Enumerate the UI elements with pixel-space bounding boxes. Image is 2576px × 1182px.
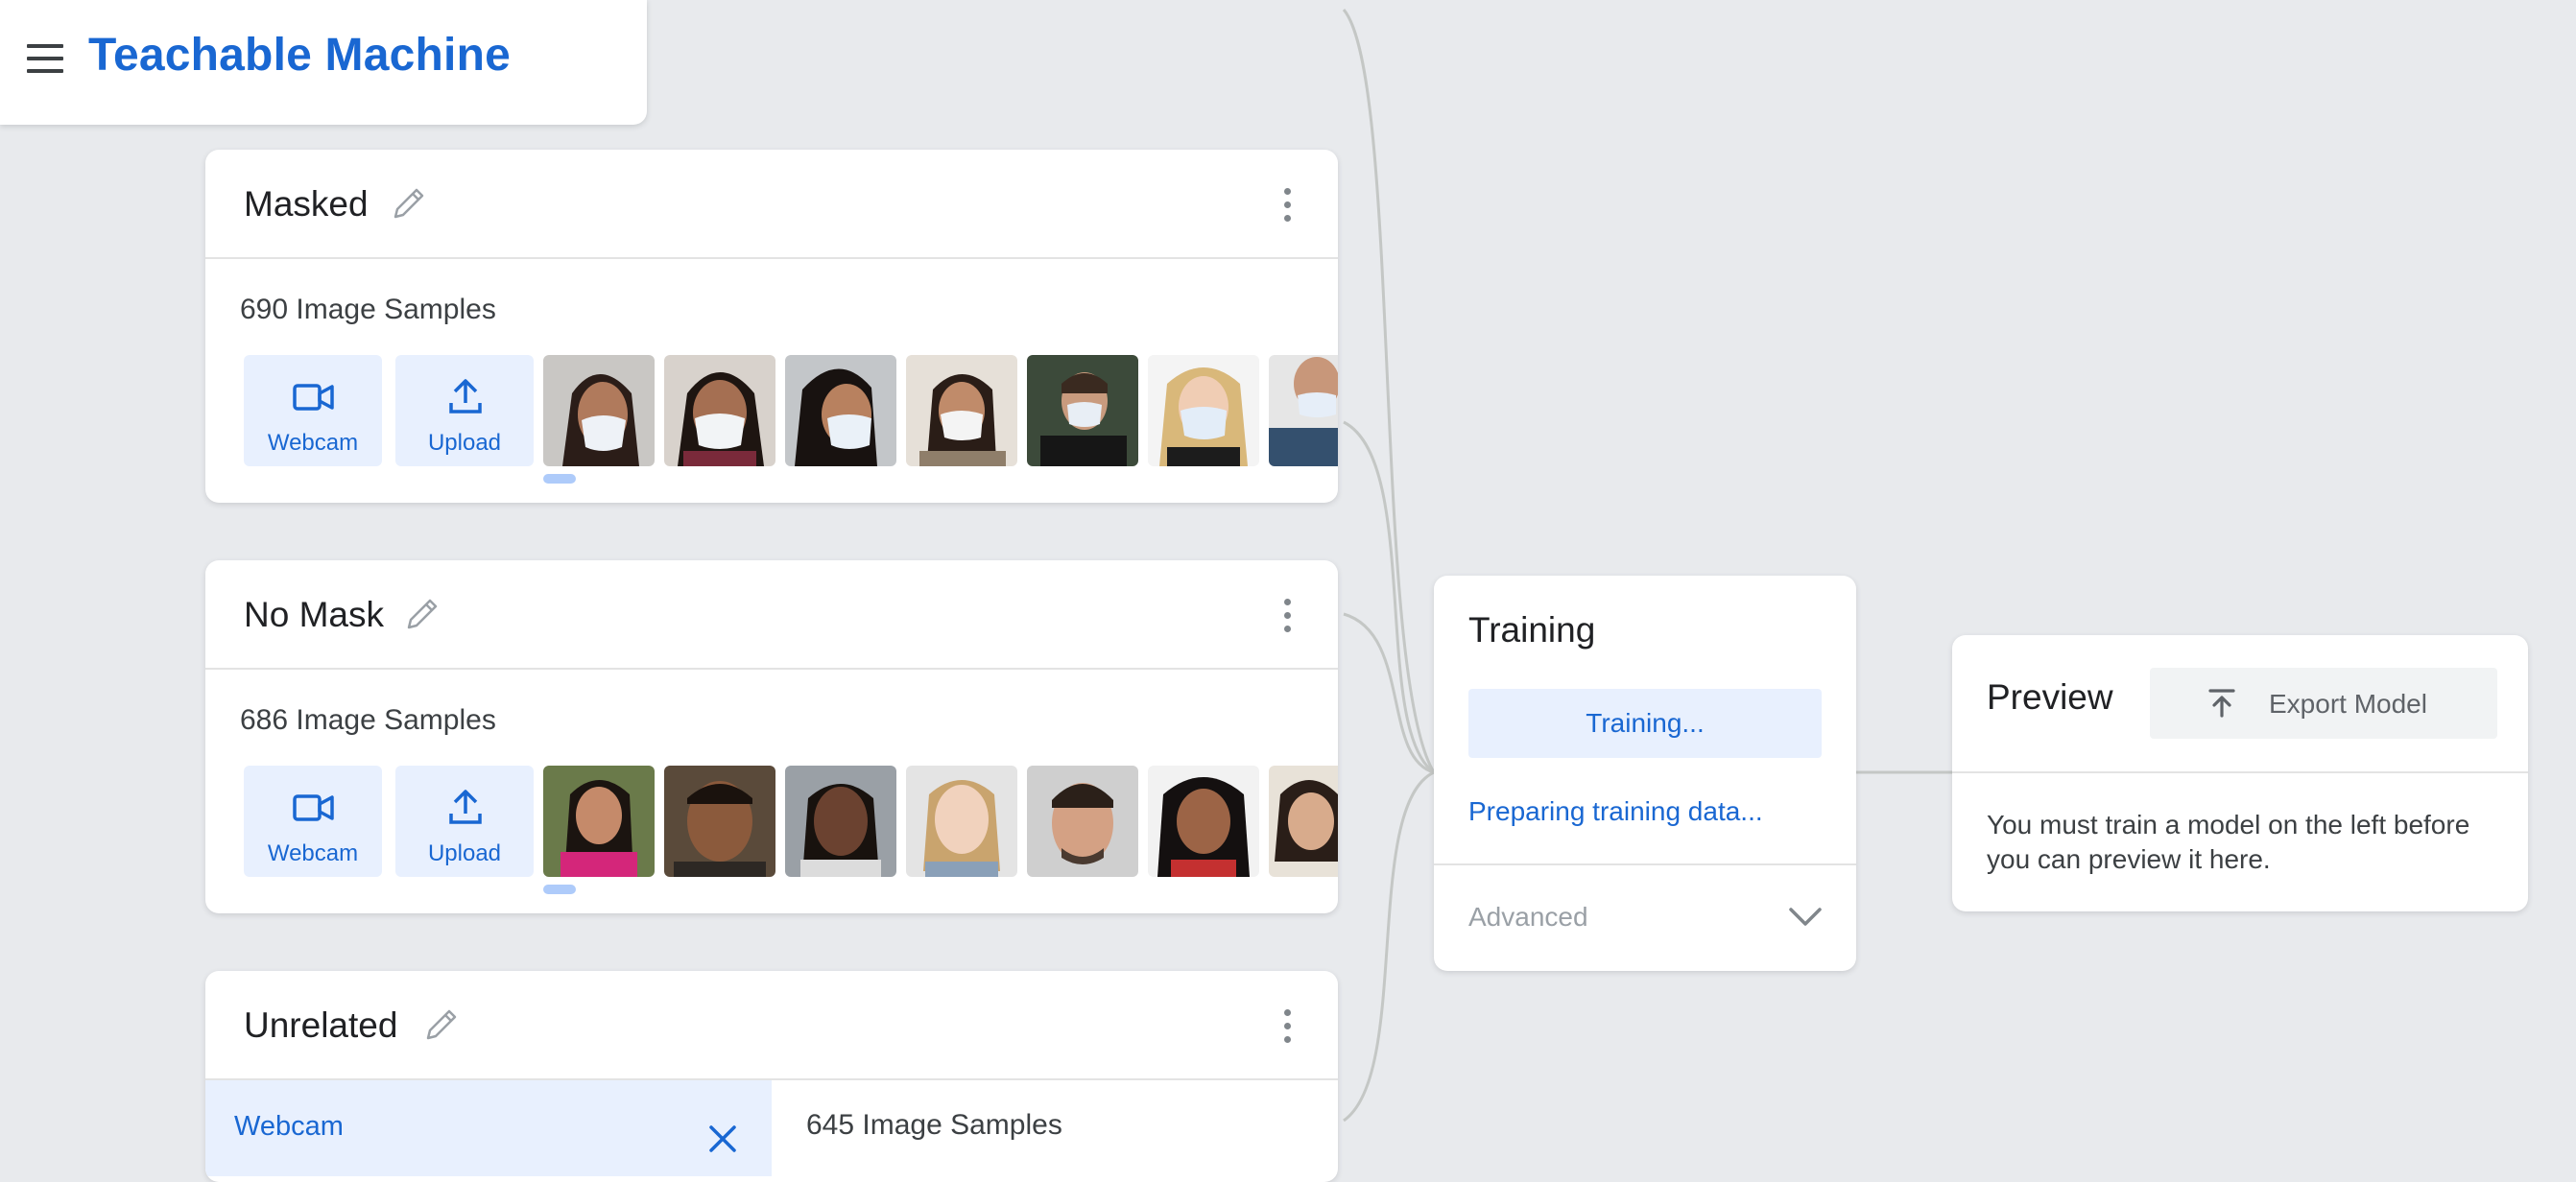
face-thumbnail[interactable] bbox=[785, 766, 896, 877]
upload-icon bbox=[449, 790, 482, 824]
upload-label: Upload bbox=[427, 430, 502, 456]
webcam-icon bbox=[293, 384, 334, 411]
webcam-panel: Webcam bbox=[205, 1080, 772, 1176]
sample-count: 686 Image Samples bbox=[240, 704, 496, 736]
masked-man-thumbnail[interactable] bbox=[1269, 355, 1338, 466]
face-thumbnail[interactable] bbox=[1269, 766, 1338, 877]
masked-woman-thumbnail[interactable] bbox=[543, 355, 655, 466]
face-thumbnail[interactable] bbox=[543, 766, 655, 877]
class-name[interactable]: No Mask bbox=[244, 595, 384, 635]
edit-pencil-icon[interactable] bbox=[403, 595, 441, 633]
masked-woman-thumbnail[interactable] bbox=[1148, 355, 1259, 466]
webcam-button[interactable]: Webcam bbox=[244, 766, 382, 877]
sample-count: 690 Image Samples bbox=[240, 294, 496, 325]
face-thumbnail[interactable] bbox=[1148, 766, 1259, 877]
preview-message: You must train a model on the left befor… bbox=[1987, 810, 2470, 874]
class-name[interactable]: Masked bbox=[244, 184, 369, 225]
export-model-button[interactable]: Export Model bbox=[2150, 668, 2497, 739]
masked-woman-thumbnail[interactable] bbox=[785, 355, 896, 466]
masked-woman-thumbnail[interactable] bbox=[906, 355, 1017, 466]
masked-man-thumbnail[interactable] bbox=[1027, 355, 1138, 466]
edit-pencil-icon[interactable] bbox=[390, 184, 428, 223]
upload-button[interactable]: Upload bbox=[395, 766, 534, 877]
face-thumbnail[interactable] bbox=[664, 766, 775, 877]
export-icon bbox=[2208, 689, 2235, 718]
divider bbox=[1434, 863, 1856, 865]
face-thumbnail[interactable] bbox=[1027, 766, 1138, 877]
more-options-icon[interactable] bbox=[1282, 599, 1292, 633]
more-options-icon[interactable] bbox=[1282, 1009, 1292, 1044]
upload-icon bbox=[449, 379, 482, 414]
app-title: Teachable Machine bbox=[88, 30, 511, 81]
class-card-header: Masked bbox=[205, 150, 1338, 259]
upload-label: Upload bbox=[427, 840, 502, 866]
training-title: Training bbox=[1468, 610, 1596, 650]
class-card-no-mask: No Mask 686 Image Samples Webcam Upload bbox=[205, 560, 1338, 913]
menu-icon[interactable] bbox=[27, 44, 63, 73]
webcam-icon bbox=[293, 794, 334, 821]
export-model-label: Export Model bbox=[2269, 689, 2427, 719]
class-card-unrelated: Unrelated Webcam 645 Image Samples bbox=[205, 971, 1338, 1182]
divider bbox=[1952, 771, 2528, 773]
upload-button[interactable]: Upload bbox=[395, 355, 534, 466]
preview-card: Preview Export Model You must train a mo… bbox=[1952, 635, 2528, 911]
webcam-label: Webcam bbox=[267, 430, 359, 456]
class-card-masked: Masked 690 Image Samples Webcam Upload bbox=[205, 150, 1338, 503]
more-options-icon[interactable] bbox=[1282, 188, 1292, 223]
close-icon[interactable] bbox=[706, 1123, 739, 1155]
app-header: Teachable Machine bbox=[0, 0, 647, 125]
training-status: Preparing training data... bbox=[1468, 796, 1763, 826]
sample-count: 645 Image Samples bbox=[806, 1109, 1062, 1141]
edit-pencil-icon[interactable] bbox=[422, 1005, 461, 1044]
chevron-down-icon[interactable] bbox=[1787, 902, 1824, 931]
webcam-panel-title: Webcam bbox=[234, 1111, 344, 1142]
thumbnail-scroll-indicator[interactable] bbox=[543, 885, 576, 894]
class-name[interactable]: Unrelated bbox=[244, 1005, 397, 1046]
advanced-toggle[interactable]: Advanced bbox=[1468, 902, 1588, 933]
webcam-button[interactable]: Webcam bbox=[244, 355, 382, 466]
masked-woman-thumbnail[interactable] bbox=[664, 355, 775, 466]
thumbnail-scroll-indicator[interactable] bbox=[543, 474, 576, 484]
train-model-button[interactable]: Training... bbox=[1468, 689, 1822, 758]
webcam-label: Webcam bbox=[267, 840, 359, 866]
class-card-header: Unrelated bbox=[205, 971, 1338, 1080]
face-thumbnail[interactable] bbox=[906, 766, 1017, 877]
preview-title: Preview bbox=[1987, 677, 2113, 717]
training-card: Training Training... Preparing training … bbox=[1434, 576, 1856, 971]
class-card-header: No Mask bbox=[205, 560, 1338, 670]
